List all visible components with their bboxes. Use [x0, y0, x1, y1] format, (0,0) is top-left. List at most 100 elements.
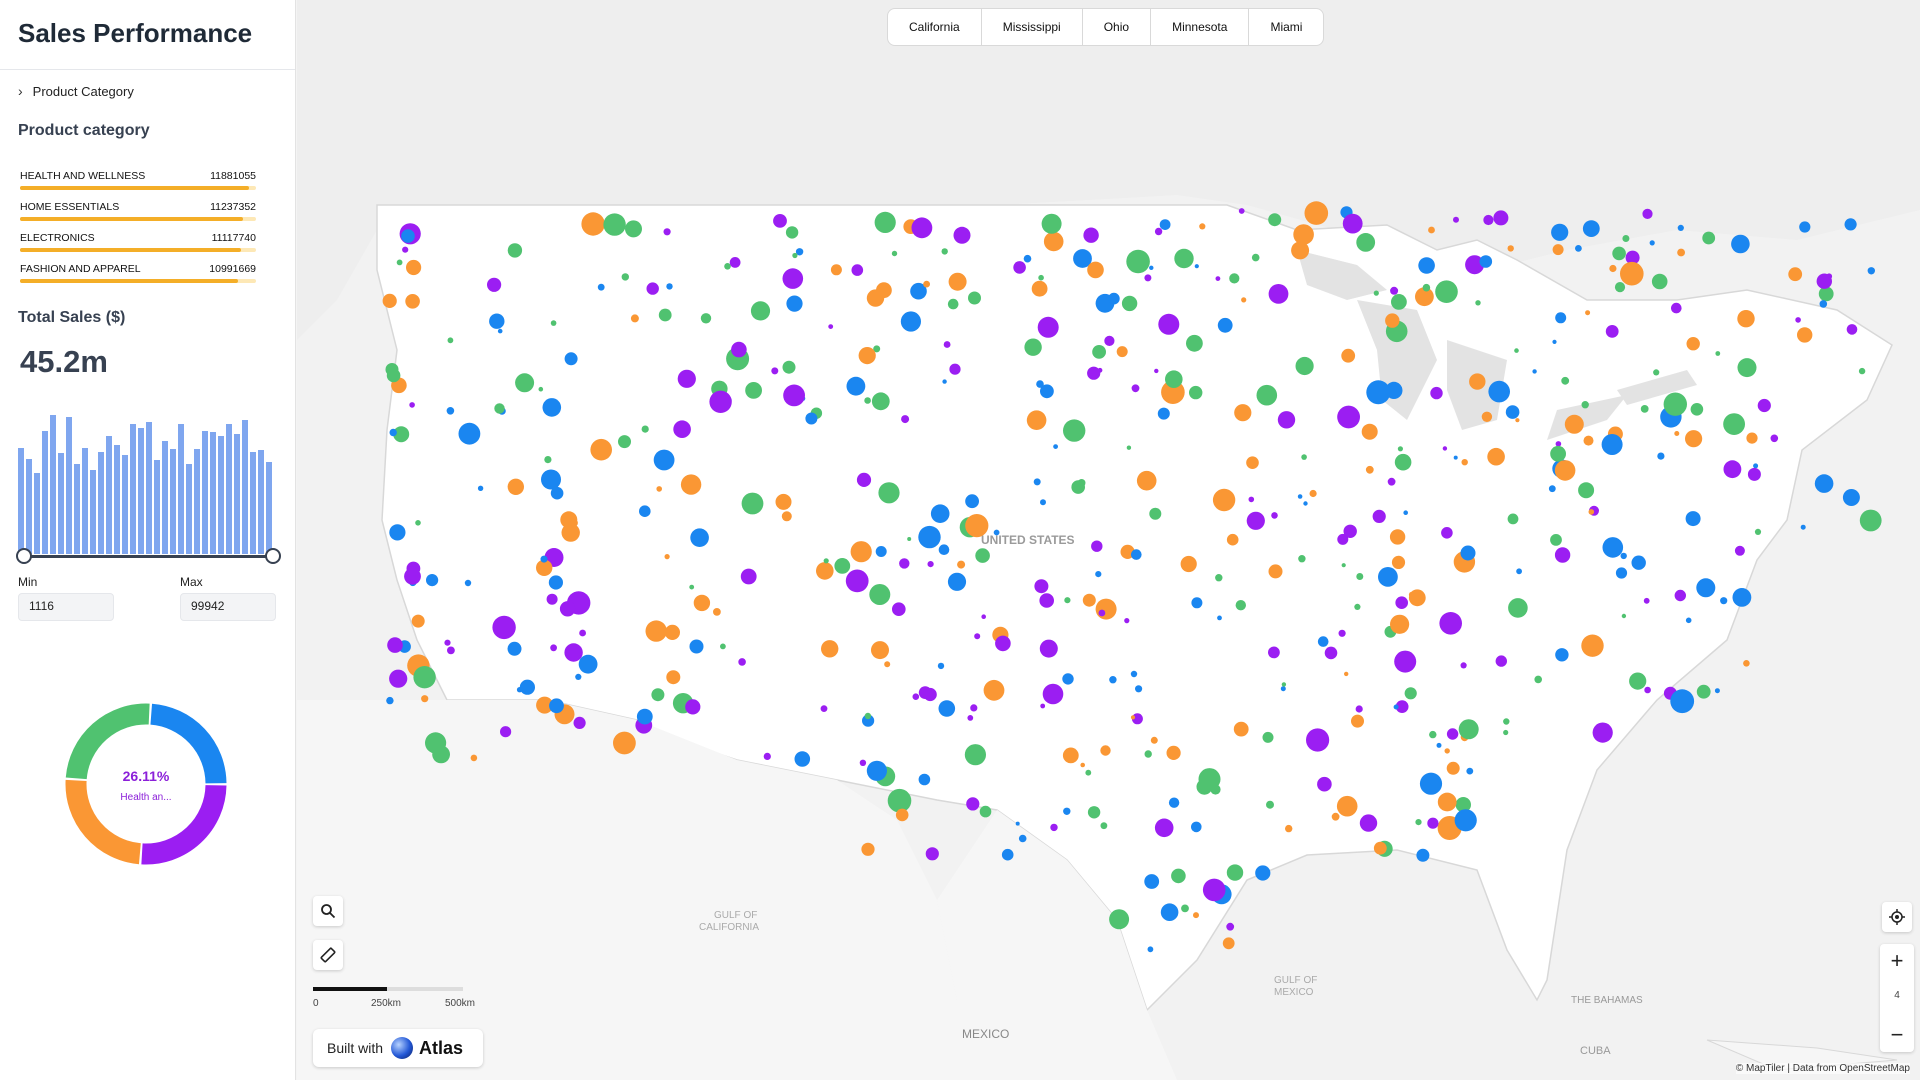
sales-point[interactable]	[1460, 662, 1467, 669]
sales-point[interactable]	[1583, 435, 1594, 446]
sales-point[interactable]	[1098, 609, 1106, 617]
sales-point[interactable]	[1532, 369, 1537, 374]
sales-point[interactable]	[1609, 264, 1617, 273]
sales-point[interactable]	[564, 643, 583, 662]
sales-point[interactable]	[1629, 672, 1647, 690]
sales-point[interactable]	[549, 698, 564, 714]
map-search-button[interactable]	[313, 896, 343, 926]
sales-point[interactable]	[1723, 413, 1745, 435]
sales-point[interactable]	[1372, 509, 1386, 523]
sales-point[interactable]	[953, 226, 971, 244]
sales-point[interactable]	[1092, 345, 1106, 359]
sales-point[interactable]	[603, 213, 626, 236]
sales-point[interactable]	[548, 575, 563, 590]
sales-point[interactable]	[1031, 280, 1048, 297]
sales-point[interactable]	[1277, 411, 1296, 429]
sales-point[interactable]	[729, 257, 741, 268]
sales-point[interactable]	[918, 773, 931, 786]
sales-point[interactable]	[781, 511, 792, 522]
sales-point[interactable]	[1109, 676, 1117, 684]
sales-point[interactable]	[1385, 313, 1400, 328]
sales-point[interactable]	[1605, 325, 1619, 338]
sales-point[interactable]	[1753, 463, 1759, 469]
sales-point[interactable]	[1356, 573, 1364, 580]
sales-point[interactable]	[645, 620, 667, 642]
sales-point[interactable]	[1435, 280, 1458, 304]
sales-point[interactable]	[830, 264, 842, 276]
range-slider-track[interactable]	[22, 555, 272, 558]
sales-point[interactable]	[1757, 398, 1771, 413]
sales-point[interactable]	[1194, 264, 1199, 269]
sales-point[interactable]	[689, 639, 704, 654]
sales-point[interactable]	[458, 422, 481, 445]
sales-point[interactable]	[1160, 903, 1179, 921]
sales-point[interactable]	[1842, 489, 1860, 506]
sales-point[interactable]	[1040, 499, 1046, 506]
sales-point[interactable]	[613, 731, 636, 755]
sales-point[interactable]	[1083, 227, 1099, 243]
sales-point[interactable]	[866, 760, 888, 781]
sales-point[interactable]	[938, 700, 956, 717]
sales-point[interactable]	[1397, 446, 1403, 452]
sales-point[interactable]	[1026, 410, 1047, 431]
sales-point[interactable]	[389, 524, 406, 541]
sales-point[interactable]	[1039, 639, 1058, 658]
sales-point[interactable]	[1454, 809, 1477, 832]
sales-point[interactable]	[892, 602, 906, 616]
sales-point[interactable]	[541, 469, 561, 490]
sales-point[interactable]	[1390, 614, 1410, 634]
sales-point[interactable]	[1215, 574, 1223, 582]
sales-point[interactable]	[1268, 284, 1289, 304]
sales-point[interactable]	[641, 425, 649, 433]
sales-point[interactable]	[559, 601, 576, 617]
sales-point[interactable]	[1394, 650, 1417, 673]
sales-point[interactable]	[1050, 823, 1058, 832]
sales-point[interactable]	[1516, 568, 1522, 575]
sales-point[interactable]	[1643, 597, 1650, 604]
sales-point[interactable]	[1770, 434, 1779, 443]
measure-button[interactable]	[313, 940, 343, 970]
sales-point[interactable]	[389, 428, 397, 437]
sales-point[interactable]	[402, 246, 409, 253]
sales-point[interactable]	[656, 486, 662, 492]
sales-point[interactable]	[1469, 373, 1486, 390]
sales-point[interactable]	[1663, 392, 1688, 416]
sales-point[interactable]	[1685, 617, 1692, 624]
sales-point[interactable]	[1503, 718, 1510, 725]
sales-point[interactable]	[1100, 822, 1108, 830]
sales-point[interactable]	[925, 847, 939, 861]
sales-point[interactable]	[1344, 671, 1349, 677]
sales-point[interactable]	[856, 472, 872, 487]
sales-point[interactable]	[1166, 745, 1181, 761]
sales-point[interactable]	[907, 537, 912, 541]
sales-point[interactable]	[878, 482, 900, 504]
sales-point[interactable]	[1419, 772, 1443, 795]
sales-point[interactable]	[666, 283, 673, 290]
sales-point[interactable]	[1858, 367, 1866, 375]
sales-point[interactable]	[864, 712, 872, 720]
sales-point[interactable]	[731, 341, 747, 358]
sales-point[interactable]	[1217, 615, 1222, 621]
sales-point[interactable]	[1235, 600, 1246, 611]
sales-point[interactable]	[1732, 588, 1752, 607]
sales-point[interactable]	[581, 212, 605, 236]
sales-point[interactable]	[415, 520, 421, 526]
sales-point[interactable]	[1685, 430, 1703, 448]
tab-miami[interactable]: Miami	[1249, 9, 1323, 45]
sales-point[interactable]	[1640, 405, 1649, 413]
sales-point[interactable]	[974, 633, 981, 640]
sales-point[interactable]	[1554, 547, 1571, 563]
sales-point[interactable]	[1042, 683, 1064, 705]
sales-point[interactable]	[1696, 578, 1716, 598]
sales-point[interactable]	[943, 341, 951, 348]
sales-point[interactable]	[900, 311, 922, 332]
sales-point[interactable]	[1297, 494, 1303, 499]
sales-point[interactable]	[680, 474, 702, 495]
sales-point[interactable]	[874, 211, 896, 233]
sales-point[interactable]	[515, 373, 535, 393]
sales-point[interactable]	[1082, 593, 1096, 607]
sales-point[interactable]	[1351, 714, 1364, 728]
sales-point[interactable]	[1430, 386, 1443, 400]
sales-point[interactable]	[597, 283, 605, 291]
sales-point[interactable]	[1552, 244, 1564, 256]
